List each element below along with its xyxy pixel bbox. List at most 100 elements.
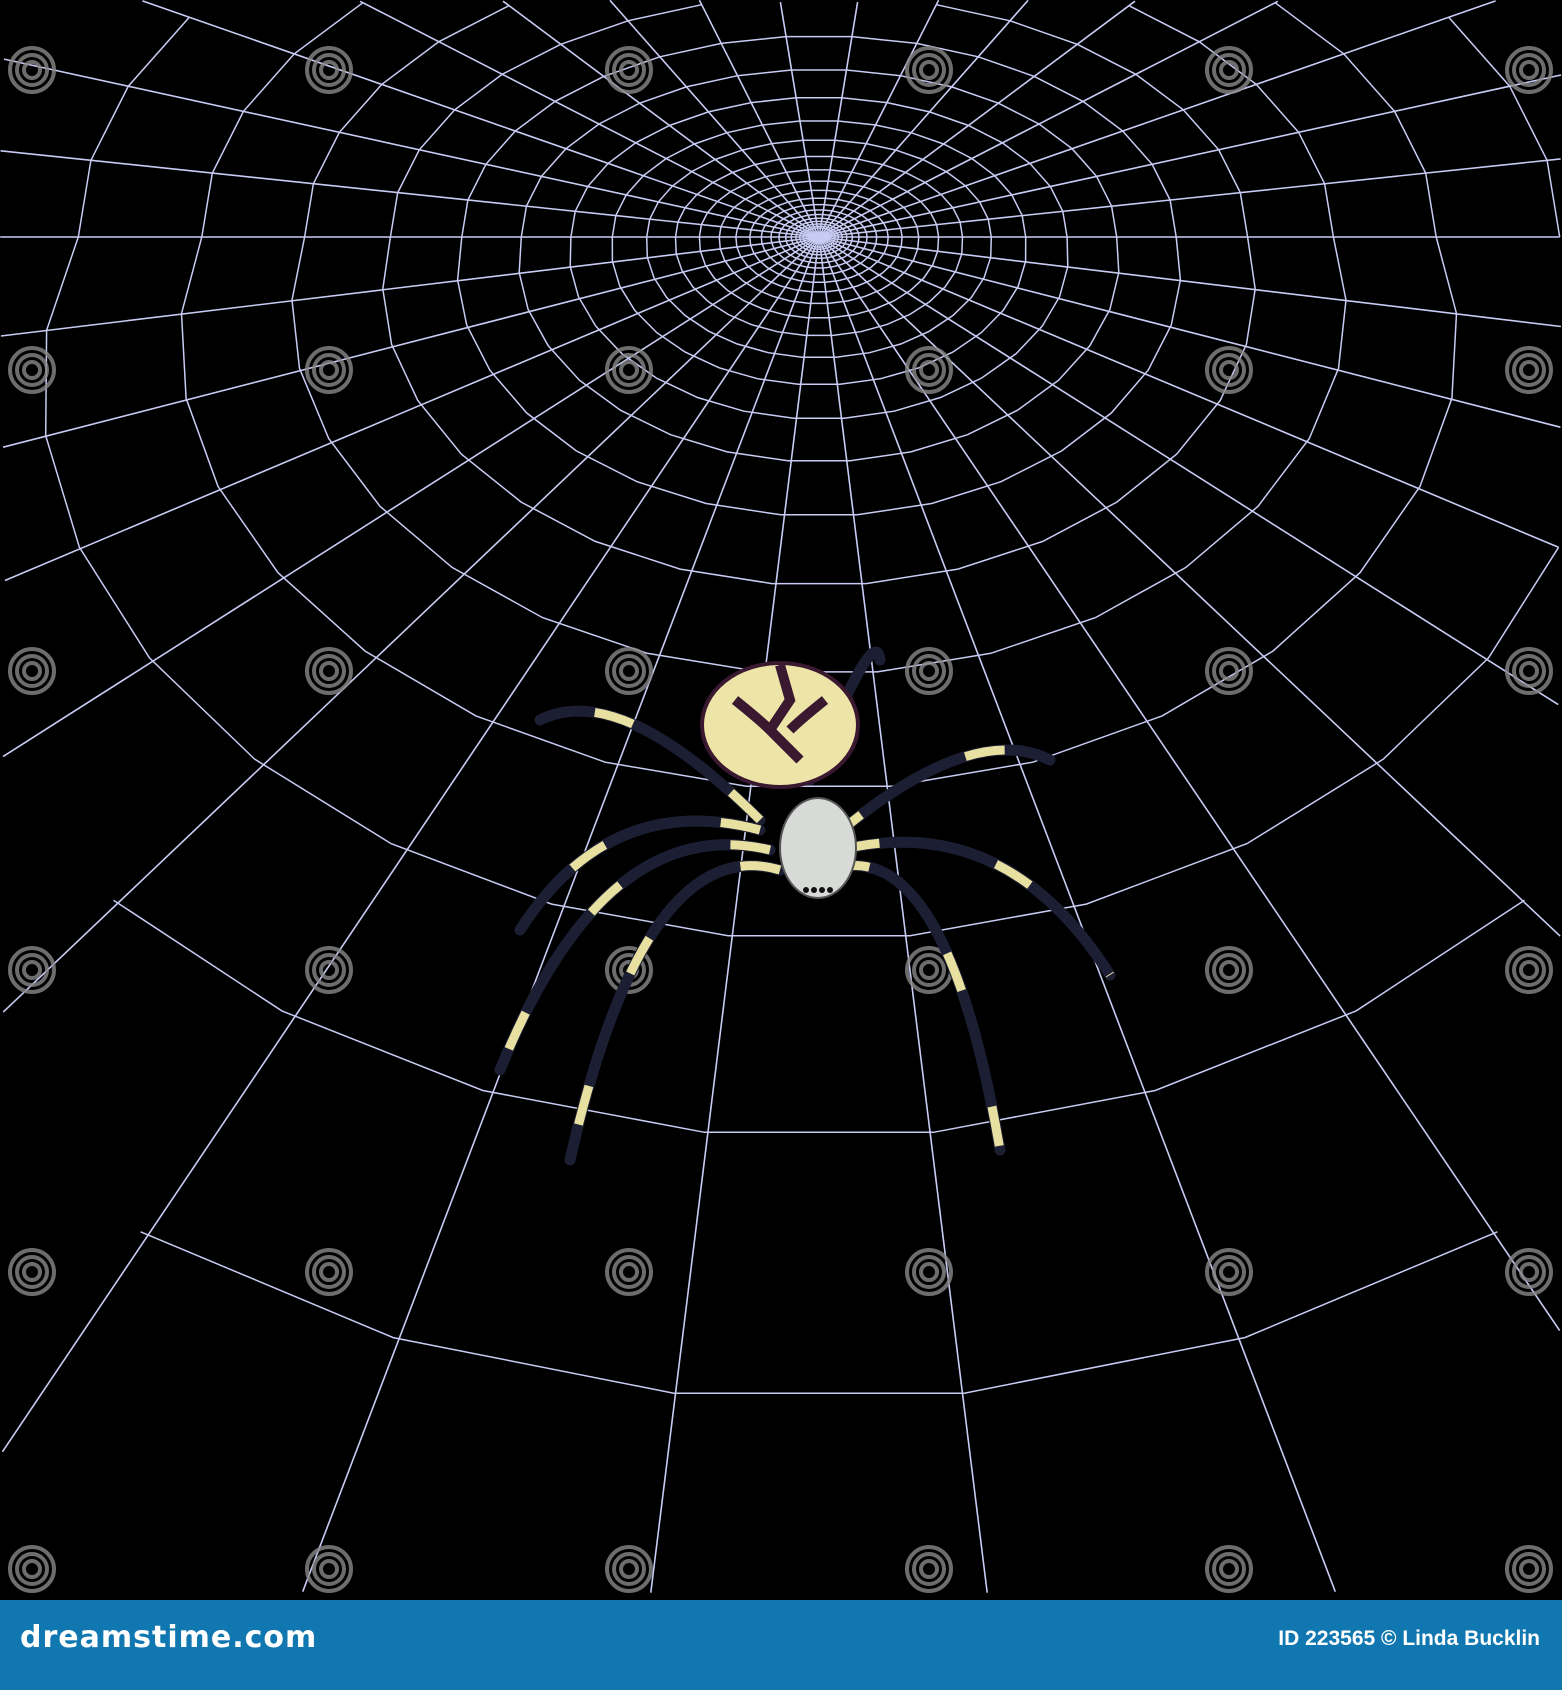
watermark-spiral-icon <box>612 1552 646 1586</box>
photo: dreamstime.com ID 223565 © Linda Bucklin <box>0 0 1562 1690</box>
spider-cephalothorax <box>779 797 857 899</box>
dreamstime-logo[interactable]: dreamstime.com <box>20 1620 317 1655</box>
watermark-spiral-icon <box>1212 1255 1246 1289</box>
watermark-spiral-icon <box>22 1559 42 1579</box>
watermark-spiral-icon <box>919 1262 939 1282</box>
web-spiral-thread <box>180 2 1458 788</box>
watermark-spiral-icon <box>22 1262 42 1282</box>
spider-leg-band <box>838 837 1114 978</box>
watermark-spiral-icon <box>22 960 42 980</box>
watermark-spiral-icon <box>919 1559 939 1579</box>
watermark-spiral-icon <box>22 661 42 681</box>
web-radial-thread <box>3 58 820 238</box>
web-radial-thread <box>359 0 820 238</box>
watermark-spiral-icon <box>15 953 49 987</box>
watermark-spiral-icon <box>312 953 346 987</box>
watermark-spiral-icon <box>1519 60 1539 80</box>
watermark-spiral-icon <box>919 360 939 380</box>
spider-web-scene <box>0 0 1562 1593</box>
watermark-spiral-icon <box>15 654 49 688</box>
web-spiral-thread <box>44 16 1561 937</box>
spider-eye <box>827 887 833 893</box>
watermark-spiral-icon <box>612 53 646 87</box>
web-radial-thread <box>818 0 1279 238</box>
watermark-spiral-icon <box>319 360 339 380</box>
watermark-spiral-icon <box>619 360 639 380</box>
watermark-spiral-icon <box>1219 1262 1239 1282</box>
web-spiral-thread <box>382 3 1256 585</box>
watermark-spiral-icon <box>919 60 939 80</box>
spider-leg <box>824 744 1056 846</box>
watermark-spiral-icon <box>912 1255 946 1289</box>
web-radial-thread <box>650 236 820 1593</box>
watermark-spiral-icon <box>15 1255 49 1289</box>
web-radial-thread <box>2 236 820 1013</box>
web-radial-thread <box>818 236 1559 706</box>
watermark-spiral-icon <box>619 1262 639 1282</box>
watermark-spiral-icon <box>1519 1262 1539 1282</box>
watermark-spiral-icon <box>912 53 946 87</box>
watermark-spiral-icon <box>1512 654 1546 688</box>
watermark-spiral-icon <box>319 661 339 681</box>
watermark-spiral-icon <box>312 353 346 387</box>
watermark-spiral-icon <box>319 1559 339 1579</box>
spider-eye <box>803 887 809 893</box>
spider-eye <box>819 887 825 893</box>
watermark-spiral-icon <box>1219 960 1239 980</box>
web-spiral-thread <box>456 35 1182 516</box>
spider-leg <box>564 860 786 1166</box>
watermark-spiral-icon <box>1519 1559 1539 1579</box>
web-radial-thread <box>502 0 820 238</box>
watermark-spiral-icon <box>912 953 946 987</box>
watermark-spiral-icon <box>319 60 339 80</box>
watermark-spiral-icon <box>919 960 939 980</box>
spider <box>494 646 1116 1166</box>
web-radial-thread <box>818 236 988 1593</box>
watermark-spiral-icon <box>15 53 49 87</box>
watermark-spiral-icon <box>912 353 946 387</box>
watermark-spiral-icon <box>1212 1552 1246 1586</box>
watermark-spiral-icon <box>1512 53 1546 87</box>
web-radial-thread <box>818 236 1561 428</box>
watermark-spiral-icon <box>912 654 946 688</box>
web-radial-thread <box>818 236 1337 1592</box>
watermark-spiral-icon <box>312 1255 346 1289</box>
web-spiral-thread <box>674 155 964 337</box>
watermark-spiral-icon <box>612 1255 646 1289</box>
web-spiral-thread <box>291 5 1347 673</box>
watermark-spiral-icon <box>1512 1552 1546 1586</box>
watermark-spiral-icon <box>312 654 346 688</box>
watermark-spiral-icon <box>1512 953 1546 987</box>
watermark-spiral-icon <box>1519 960 1539 980</box>
watermark-spiral-icon <box>1519 360 1539 380</box>
web-radial-thread <box>4 236 820 582</box>
watermark-spiral-icon <box>919 661 939 681</box>
watermark-spiral-icon <box>612 654 646 688</box>
web-radial-thread <box>301 236 820 1592</box>
image-credit: ID 223565 © Linda Bucklin <box>1278 1627 1540 1650</box>
watermark-spiral-icon <box>22 360 42 380</box>
watermark-spiral-icon <box>15 353 49 387</box>
watermark-spiral-icon <box>1519 661 1539 681</box>
web-radial-thread <box>818 236 1561 328</box>
watermark-spiral-icon <box>619 661 639 681</box>
watermark-spiral-icon <box>15 1552 49 1586</box>
web-spiral-thread <box>698 169 940 319</box>
spider-eye <box>811 887 817 893</box>
watermark-spiral-icon <box>1212 953 1246 987</box>
web-radial-thread <box>2 236 820 448</box>
web-spiral-thread <box>611 120 1027 386</box>
web-radial-thread <box>818 236 1561 937</box>
web-radial-thread <box>0 236 820 337</box>
watermark-spiral-icon <box>1512 353 1546 387</box>
web-radial-thread <box>818 0 1136 238</box>
spider-web <box>0 0 1562 1593</box>
watermark-spiral-icon <box>912 1552 946 1586</box>
watermark-spiral-icon <box>1512 1255 1546 1289</box>
spider-leg <box>834 836 1116 981</box>
watermark-spiral-icon <box>1219 1559 1239 1579</box>
watermark-spiral-icon <box>312 1552 346 1586</box>
watermark-spiral-icon <box>319 960 339 980</box>
footer-bar: dreamstime.com ID 223565 © Linda Bucklin <box>0 1600 1562 1690</box>
watermark-spiral-icon <box>1212 53 1246 87</box>
